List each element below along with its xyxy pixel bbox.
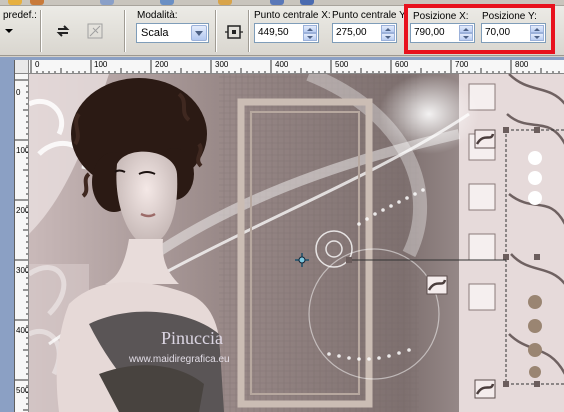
toolbar-separator [248, 10, 250, 52]
spin-up-icon[interactable] [381, 25, 395, 33]
ruler-label: 400 [275, 60, 289, 69]
ruler-label: 200 [155, 60, 169, 69]
center-point-icon [225, 25, 243, 39]
spin-up-icon[interactable] [303, 25, 317, 33]
toolbar-separator [124, 10, 126, 52]
document-window: 0 100 200 300 400 500 600 700 800 0 100 … [14, 60, 564, 412]
center-point-button[interactable] [223, 21, 245, 43]
workspace: 0 100 200 300 400 500 600 700 800 0 100 … [0, 57, 564, 412]
center-x-value: 449,50 [258, 27, 289, 38]
ruler-label: 600 [395, 60, 409, 69]
reset-button[interactable] [52, 20, 74, 42]
center-y-field[interactable]: 275,00 [332, 23, 397, 43]
ruler-label: 700 [455, 60, 469, 69]
mode-label: Modalità: [137, 10, 178, 21]
ruler-label: 0 [16, 88, 21, 97]
horizontal-ruler[interactable]: 0 100 200 300 400 500 600 700 800 [15, 60, 564, 74]
ruler-label: 800 [515, 60, 529, 69]
deform-box-icon [87, 23, 103, 39]
ruler-corner [15, 60, 29, 74]
center-x-field[interactable]: 449,50 [254, 23, 319, 43]
mode-select[interactable]: Scala [136, 23, 209, 43]
apply-button[interactable] [84, 20, 106, 42]
watermark-title: Pinuccia [161, 328, 223, 348]
center-y-value: 275,00 [336, 27, 367, 38]
vertical-ruler[interactable]: 0 100 200 300 400 500 [15, 74, 29, 412]
center-x-label: Punto centrale X: [254, 10, 331, 21]
toolbar-separator [40, 10, 42, 52]
ruler-ticks [15, 79, 28, 411]
center-y-label: Punto centrale Y: [332, 10, 408, 21]
spin-down-icon[interactable] [303, 33, 317, 41]
ruler-label: 300 [16, 266, 29, 275]
preset-dropdown-button[interactable] [2, 24, 16, 38]
image-canvas[interactable]: Pinuccia www.maidiregrafica.eu [29, 74, 564, 412]
ruler-label: 0 [35, 60, 40, 69]
spin-down-icon[interactable] [381, 33, 395, 41]
ruler-label: 100 [94, 60, 108, 69]
ruler-label: 500 [16, 386, 29, 395]
ruler-label: 500 [335, 60, 349, 69]
ruler-label: 400 [16, 326, 29, 335]
ruler-label: 100 [16, 146, 29, 155]
watermark-url: www.maidiregrafica.eu [128, 354, 230, 365]
toolbar-separator [215, 10, 217, 52]
preset-label: predef.: [3, 10, 37, 21]
ruler-label: 300 [215, 60, 229, 69]
rotate-arrows-icon [56, 25, 70, 37]
mode-select-value: Scala [141, 27, 169, 39]
chevron-down-icon [5, 29, 13, 33]
chevron-down-icon[interactable] [191, 25, 207, 41]
highlight-box [404, 4, 555, 54]
ruler-label: 200 [16, 206, 29, 215]
